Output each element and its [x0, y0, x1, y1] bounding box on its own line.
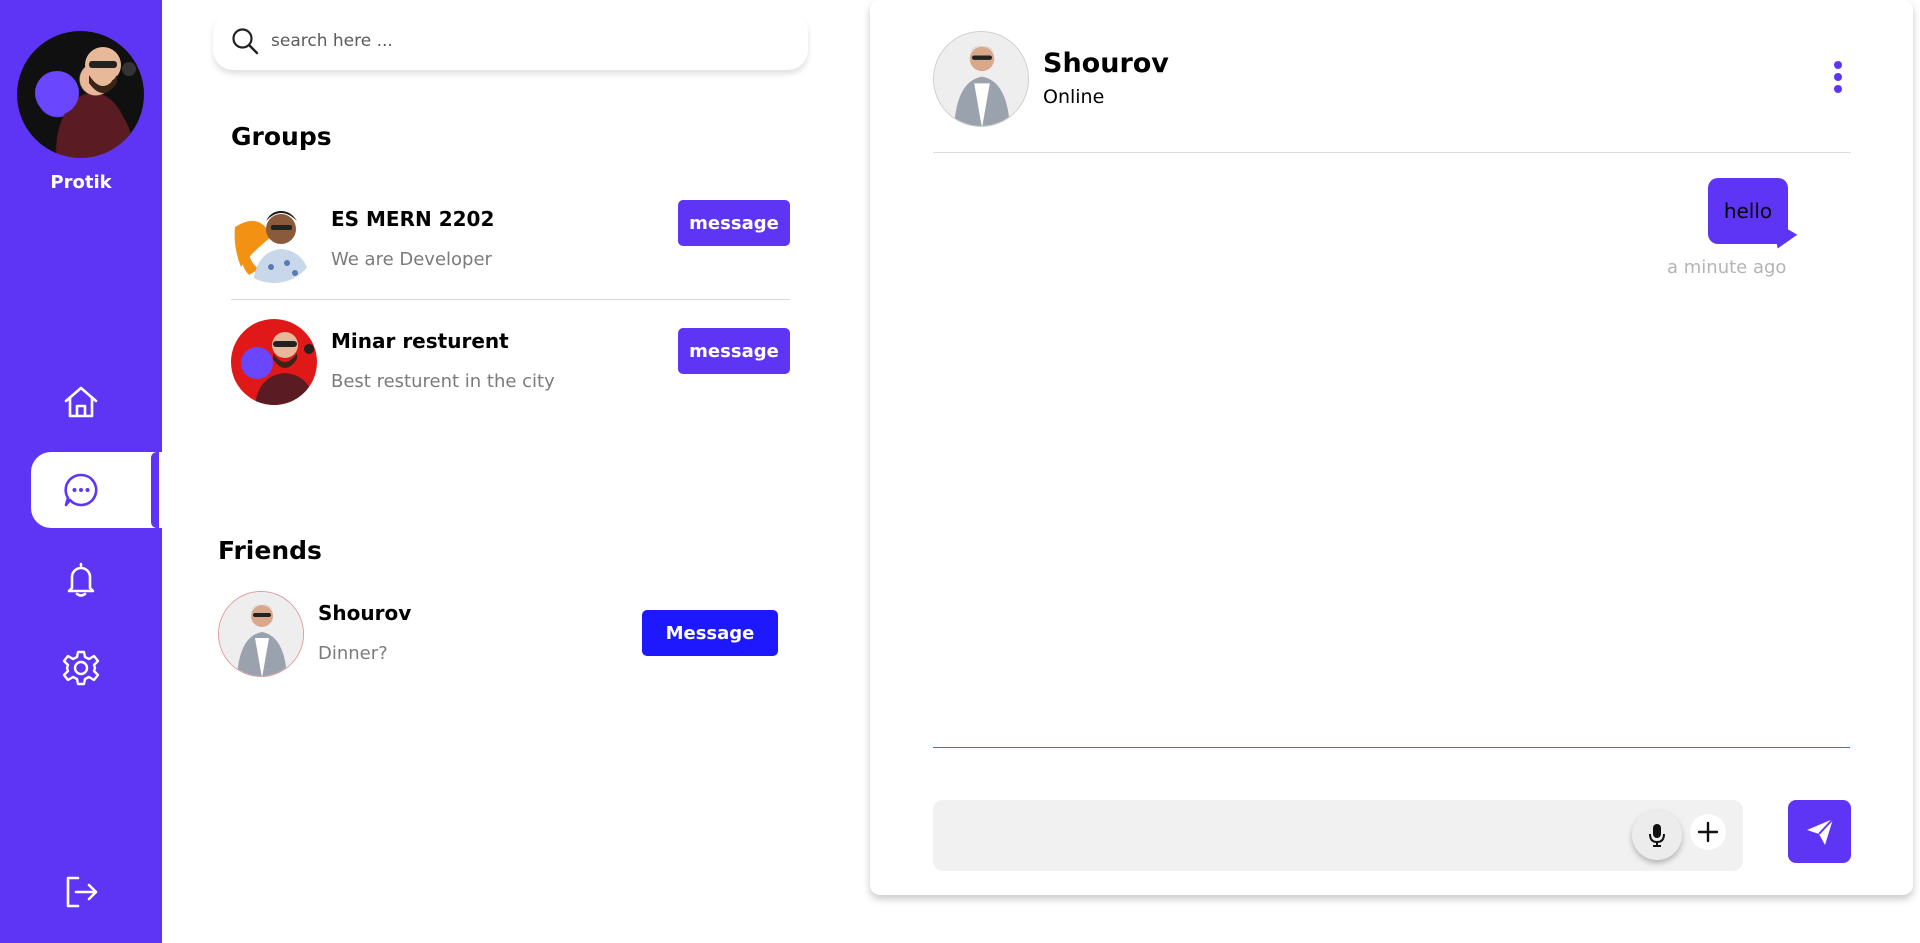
profile-avatar[interactable]: [17, 31, 144, 158]
group-avatar: [231, 319, 317, 405]
group-subtitle: We are Developer: [331, 249, 492, 270]
chat-header-divider: [933, 152, 1851, 153]
group-message-button[interactable]: message: [678, 200, 790, 246]
group-item: ES MERN 2202 We are Developer message: [231, 197, 791, 287]
group-name: ES MERN 2202: [331, 207, 495, 231]
message-timestamp: a minute ago: [1667, 257, 1787, 278]
friends-title: Friends: [218, 536, 322, 565]
friend-subtitle: Dinner?: [318, 643, 388, 664]
group-item: Minar resturent Best resturent in the ci…: [231, 319, 791, 409]
message-composer: [933, 800, 1743, 871]
message-bubble: hello: [1708, 178, 1788, 244]
group-name: Minar resturent: [331, 329, 509, 353]
group-message-button[interactable]: message: [678, 328, 790, 374]
home-icon: [64, 386, 98, 418]
microphone-icon: [1649, 824, 1665, 847]
group-subtitle: Best resturent in the city: [331, 371, 555, 392]
nav-messages[interactable]: [31, 452, 162, 528]
profile-photo: [35, 47, 136, 158]
search-input[interactable]: [271, 24, 771, 58]
logout-button[interactable]: [31, 854, 162, 930]
nav-notifications[interactable]: [31, 541, 162, 617]
friend-avatar: [218, 591, 304, 677]
send-button[interactable]: [1788, 800, 1851, 863]
voice-button[interactable]: [1632, 810, 1682, 860]
logout-icon: [66, 876, 98, 908]
gear-icon: [62, 650, 100, 686]
message-input[interactable]: [949, 814, 1629, 856]
friend-item: Shourov Dinner? Message: [218, 591, 778, 681]
bell-icon: [67, 562, 95, 597]
search-icon: [232, 28, 259, 55]
plus-icon: [1697, 821, 1719, 843]
more-options-icon[interactable]: [1828, 58, 1848, 98]
profile-name: Protik: [50, 172, 112, 193]
message-icon: [64, 473, 98, 507]
group-divider: [231, 299, 790, 300]
send-icon: [1806, 817, 1834, 845]
chat-footer-divider: [933, 747, 1850, 748]
nav-settings[interactable]: [31, 630, 162, 706]
friend-name: Shourov: [318, 601, 412, 625]
chat-contact-avatar[interactable]: [933, 31, 1029, 127]
groups-title: Groups: [231, 122, 332, 151]
group-avatar: [231, 197, 317, 283]
chat-contact-status: Online: [1043, 86, 1105, 108]
chat-contact-name: Shourov: [1043, 48, 1169, 79]
chat-panel: Shourov Online hello a minute ago: [870, 0, 1913, 895]
chat-message: hello: [1708, 178, 1798, 249]
nav-home[interactable]: [31, 364, 162, 440]
search-bar: [213, 12, 808, 70]
attach-button[interactable]: [1690, 814, 1726, 850]
sidebar: Protik: [0, 0, 162, 943]
friend-message-button[interactable]: Message: [642, 610, 778, 656]
